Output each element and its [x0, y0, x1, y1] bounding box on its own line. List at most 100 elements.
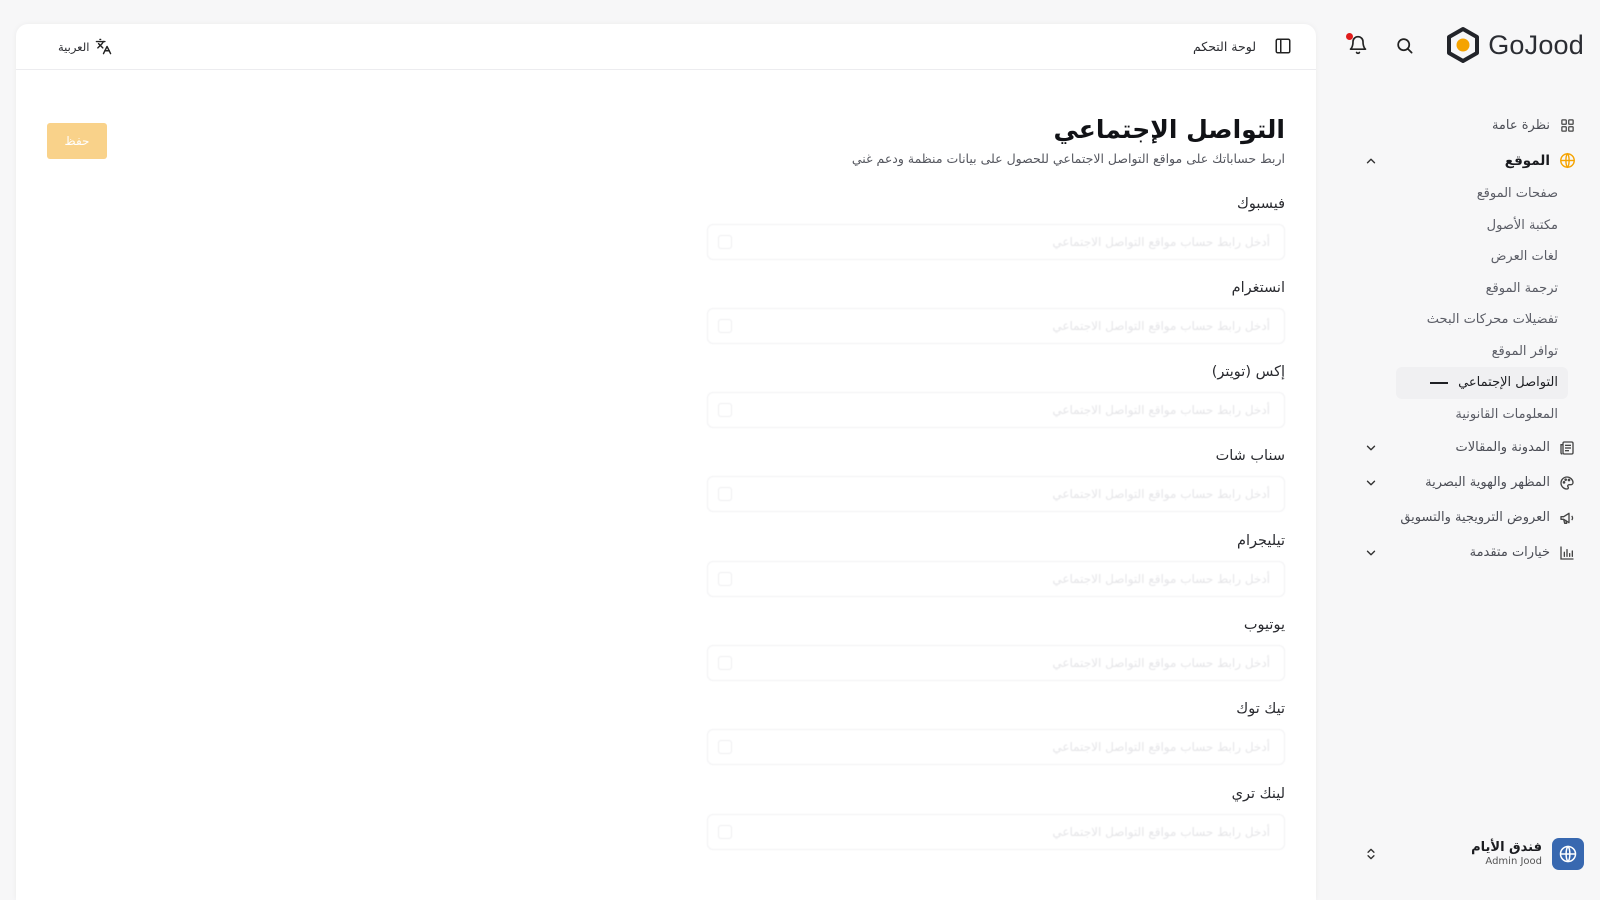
- field-youtube: يوتيوب أدخل رابط حساب مواقع التواصل الاج…: [705, 613, 1285, 697]
- sidebar-nav: نظرة عامة الموقع صفحات الموقع مكتبة الأص…: [1362, 108, 1584, 570]
- link-icon: [718, 403, 732, 418]
- link-icon: [718, 487, 732, 502]
- top-bar: لوحة التحكم العربية: [16, 24, 1316, 70]
- globe-icon: [1559, 845, 1577, 863]
- sidebar-item-label: المدونة والمقالات: [1455, 440, 1550, 455]
- page-subtitle: اربط حساباتك على مواقع التواصل الاجتماعي…: [851, 150, 1285, 166]
- field-x-twitter: إكس (تويتر) أدخل رابط حساب مواقع التواصل…: [705, 360, 1285, 444]
- field-snapchat: سناب شات أدخل رابط حساب مواقع التواصل ال…: [705, 444, 1285, 528]
- sidebar-subitem-site-translation[interactable]: ترجمة الموقع: [1362, 273, 1558, 305]
- tiktok-url-input[interactable]: أدخل رابط حساب مواقع التواصل الاجتماعي: [707, 729, 1285, 766]
- main-panel: لوحة التحكم العربية حفظ التواصل الإجتماع…: [16, 24, 1316, 900]
- telegram-url-input[interactable]: أدخل رابط حساب مواقع التواصل الاجتماعي: [707, 560, 1285, 597]
- sidebar-item-label: المظهر والهوية البصرية: [1425, 475, 1550, 490]
- input-placeholder: أدخل رابط حساب مواقع التواصل الاجتماعي: [1052, 571, 1270, 586]
- breadcrumb-dashboard[interactable]: لوحة التحكم: [1193, 39, 1256, 54]
- field-label: تيك توك: [1236, 701, 1285, 718]
- x-twitter-url-input[interactable]: أدخل رابط حساب مواقع التواصل الاجتماعي: [707, 392, 1285, 429]
- chevron-down-icon[interactable]: [1364, 476, 1378, 490]
- field-label: يوتيوب: [1243, 616, 1285, 633]
- gojood-logo-icon: [1447, 27, 1480, 63]
- megaphone-icon: [1558, 509, 1576, 527]
- chevron-up-icon[interactable]: [1364, 154, 1378, 168]
- bar-chart-icon: [1558, 544, 1576, 562]
- account-role: Admin Jood: [1485, 855, 1542, 867]
- field-label: تيليجرام: [1237, 532, 1285, 549]
- globe-icon: [1558, 152, 1576, 170]
- field-label: سناب شات: [1215, 448, 1285, 465]
- link-icon: [718, 655, 732, 670]
- search-icon: [1396, 37, 1412, 53]
- sidebar-item-blog[interactable]: المدونة والمقالات: [1362, 430, 1584, 465]
- input-placeholder: أدخل رابط حساب مواقع التواصل الاجتماعي: [1052, 740, 1270, 755]
- sidebar-item-label: نظرة عامة: [1491, 118, 1550, 133]
- chevrons-up-down-icon[interactable]: [1364, 846, 1378, 862]
- field-instagram: انستغرام أدخل رابط حساب مواقع التواصل ال…: [705, 276, 1285, 360]
- sidebar-subitem-social-media[interactable]: التواصل الإجتماعي: [1396, 367, 1568, 399]
- page-title: التواصل الإجتماعي: [1053, 115, 1285, 144]
- save-button[interactable]: حفظ: [47, 123, 107, 159]
- link-icon: [718, 824, 732, 839]
- youtube-url-input[interactable]: أدخل رابط حساب مواقع التواصل الاجتماعي: [707, 644, 1285, 681]
- sidebar-item-label: العروض الترويجية والتسويق: [1400, 510, 1550, 525]
- language-switcher[interactable]: العربية: [58, 38, 112, 55]
- notification-dot: [1346, 33, 1353, 40]
- linktree-url-input[interactable]: أدخل رابط حساب مواقع التواصل الاجتماعي: [707, 813, 1285, 850]
- search-button[interactable]: [1392, 33, 1416, 57]
- sidebar-item-label: الموقع: [1504, 152, 1550, 169]
- notifications-button[interactable]: [1346, 33, 1370, 57]
- chevron-down-icon[interactable]: [1364, 441, 1378, 455]
- social-media-form: التواصل الإجتماعي اربط حساباتك على مواقع…: [705, 114, 1285, 866]
- input-placeholder: أدخل رابط حساب مواقع التواصل الاجتماعي: [1052, 655, 1270, 670]
- sidebar-item-site[interactable]: الموقع: [1362, 143, 1584, 178]
- brand-name: GoJood: [1488, 29, 1584, 60]
- brand-logo[interactable]: GoJood: [1444, 25, 1584, 65]
- account-switcher[interactable]: فندق الأيام Admin Jood: [1362, 834, 1584, 874]
- sidebar: GoJood نظرة عامة الموقع صفحات الموقع مكت…: [1340, 0, 1600, 900]
- sidebar-subitem-label: التواصل الإجتماعي: [1458, 375, 1558, 391]
- input-placeholder: أدخل رابط حساب مواقع التواصل الاجتماعي: [1052, 318, 1270, 333]
- input-placeholder: أدخل رابط حساب مواقع التواصل الاجتماعي: [1052, 824, 1270, 839]
- sidebar-subitem-site-availability[interactable]: توافر الموقع: [1362, 336, 1558, 368]
- link-icon: [718, 234, 732, 249]
- input-placeholder: أدخل رابط حساب مواقع التواصل الاجتماعي: [1052, 403, 1270, 418]
- input-placeholder: أدخل رابط حساب مواقع التواصل الاجتماعي: [1052, 487, 1270, 502]
- field-label: إكس (تويتر): [1211, 364, 1285, 381]
- site-submenu: صفحات الموقع مكتبة الأصول لغات العرض ترج…: [1362, 178, 1568, 431]
- grid-icon: [1558, 117, 1576, 135]
- sidebar-item-overview[interactable]: نظرة عامة: [1362, 108, 1584, 143]
- field-label: فيسبوك: [1236, 195, 1285, 212]
- link-icon: [718, 740, 732, 755]
- field-label: لينك تري: [1231, 785, 1285, 802]
- language-label: العربية: [58, 39, 90, 54]
- active-indicator: [1430, 381, 1449, 384]
- sidebar-item-label: خيارات متقدمة: [1469, 545, 1550, 560]
- sidebar-subitem-seo-preferences[interactable]: تفضيلات محركات البحث: [1362, 304, 1558, 336]
- sidebar-subitem-display-languages[interactable]: لغات العرض: [1362, 241, 1558, 273]
- field-telegram: تيليجرام أدخل رابط حساب مواقع التواصل ال…: [705, 529, 1285, 613]
- sidebar-item-appearance[interactable]: المظهر والهوية البصرية: [1362, 465, 1584, 500]
- link-icon: [718, 318, 732, 333]
- breadcrumb: لوحة التحكم: [1193, 37, 1292, 55]
- translate-icon: [96, 38, 112, 55]
- field-facebook: فيسبوك أدخل رابط حساب مواقع التواصل الاج…: [705, 192, 1285, 276]
- newspaper-icon: [1558, 439, 1576, 457]
- account-name: فندق الأيام: [1471, 839, 1542, 855]
- sidebar-subitem-asset-library[interactable]: مكتبة الأصول: [1362, 210, 1558, 242]
- palette-icon: [1558, 474, 1576, 492]
- instagram-url-input[interactable]: أدخل رابط حساب مواقع التواصل الاجتماعي: [707, 307, 1285, 344]
- snapchat-url-input[interactable]: أدخل رابط حساب مواقع التواصل الاجتماعي: [707, 476, 1285, 513]
- facebook-url-input[interactable]: أدخل رابط حساب مواقع التواصل الاجتماعي: [707, 223, 1285, 260]
- sidebar-subitem-legal-info[interactable]: المعلومات القانونية: [1362, 399, 1558, 431]
- sidebar-toggle-icon[interactable]: [1274, 37, 1292, 55]
- link-icon: [718, 571, 732, 586]
- field-label: انستغرام: [1231, 279, 1285, 296]
- sidebar-item-promotions[interactable]: العروض الترويجية والتسويق: [1362, 500, 1584, 535]
- chevron-down-icon[interactable]: [1364, 546, 1378, 560]
- input-placeholder: أدخل رابط حساب مواقع التواصل الاجتماعي: [1052, 234, 1270, 249]
- field-linktree: لينك تري أدخل رابط حساب مواقع التواصل ال…: [705, 782, 1285, 866]
- field-tiktok: تيك توك أدخل رابط حساب مواقع التواصل الا…: [705, 697, 1285, 781]
- sidebar-subitem-site-pages[interactable]: صفحات الموقع: [1362, 178, 1558, 210]
- sidebar-item-advanced[interactable]: خيارات متقدمة: [1362, 535, 1584, 570]
- avatar: [1552, 838, 1584, 870]
